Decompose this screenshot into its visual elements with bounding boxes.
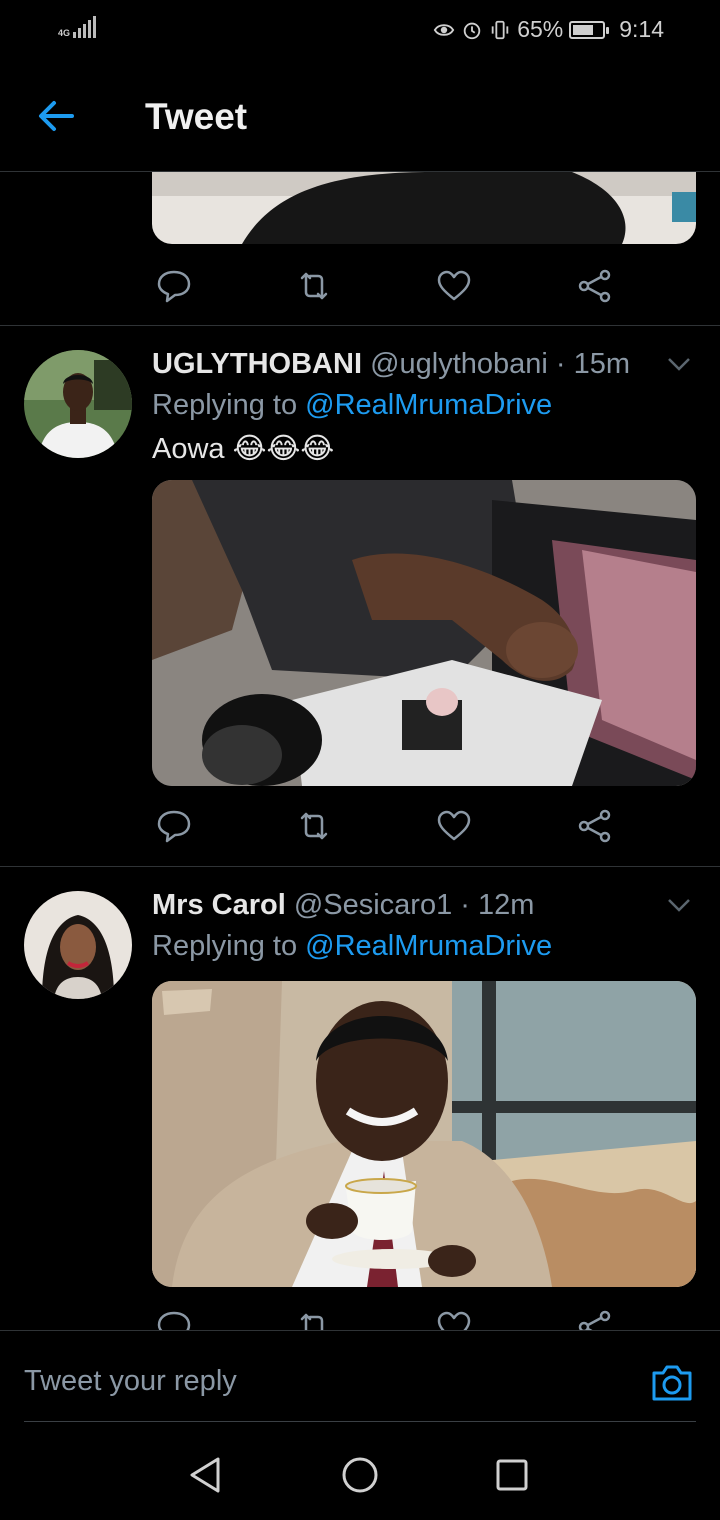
tweet-time: · 15m [555,348,631,380]
avatar[interactable] [24,350,132,458]
nav-back-icon[interactable] [184,1453,228,1497]
signal-indicator: 4G [58,16,97,38]
display-name[interactable]: UGLYTHOBANI [152,348,362,380]
reply-icon[interactable] [154,806,194,846]
tweet-actions [152,266,632,306]
tweet-image[interactable] [152,480,696,786]
vibrate-icon [491,20,509,39]
tweet-time: · 12m [460,889,535,921]
divider [24,1421,696,1422]
display-name[interactable]: Mrs Carol [152,889,286,921]
tweet-header: Mrs Carol @Sesicaro1 · 12m [152,889,534,922]
reply-icon[interactable] [154,1307,194,1330]
replying-to: Replying to @RealMrumaDrive [152,930,552,963]
share-icon[interactable] [575,266,615,306]
replying-to: Replying to @RealMrumaDrive [152,389,552,422]
clock: 9:14 [619,16,664,42]
reply-icon[interactable] [154,266,194,306]
replying-prefix: Replying to [152,389,298,421]
reply-composer: Tweet your reply [0,1330,720,1422]
user-handle[interactable]: @Sesicaro1 [294,889,452,921]
tweet-text: Aowa 😂😂😂 [152,433,335,465]
tweet-header: UGLYTHOBANI @uglythobani · 15m [152,348,630,381]
tweet-actions [152,806,632,846]
battery-percent: 65% [517,16,564,42]
page-title: Tweet [145,96,248,137]
network-type: 4G [58,28,71,38]
reply-input[interactable]: Tweet your reply [24,1365,237,1398]
nav-home-icon[interactable] [338,1453,382,1497]
alarm-icon [463,22,481,39]
reply-tweet[interactable]: Mrs Carol @Sesicaro1 · 12m Replying to @… [0,867,720,1330]
status-bar: 4G 65% 9:14 [0,0,720,62]
previous-tweet-image[interactable] [152,172,696,244]
like-icon[interactable] [434,806,474,846]
reply-tweet[interactable]: UGLYTHOBANI @uglythobani · 15m Replying … [0,326,720,866]
status-right: 65% 9:14 [433,16,664,43]
eye-icon [433,23,455,36]
replying-prefix: Replying to [152,930,298,962]
tweet-image[interactable] [152,981,696,1287]
share-icon[interactable] [575,806,615,846]
avatar[interactable] [24,891,132,999]
tweet-actions [152,1307,632,1330]
camera-icon[interactable] [650,1361,694,1405]
like-icon[interactable] [434,266,474,306]
retweet-icon[interactable] [294,806,334,846]
arrow-left-icon[interactable] [32,92,80,140]
retweet-icon[interactable] [294,266,334,306]
mention-link[interactable]: @RealMrumaDrive [305,930,552,962]
nav-recents-icon[interactable] [490,1453,534,1497]
system-nav-bar [0,1425,720,1520]
user-handle[interactable]: @uglythobani [370,348,548,380]
top-app-bar: Tweet [0,62,720,172]
signal-bars-icon [73,16,97,38]
mention-link[interactable]: @RealMrumaDrive [305,389,552,421]
battery-icon [569,20,610,39]
share-icon[interactable] [575,1307,615,1330]
chevron-down-icon[interactable] [666,350,692,376]
retweet-icon[interactable] [294,1307,334,1330]
like-icon[interactable] [434,1307,474,1330]
chevron-down-icon[interactable] [666,891,692,917]
